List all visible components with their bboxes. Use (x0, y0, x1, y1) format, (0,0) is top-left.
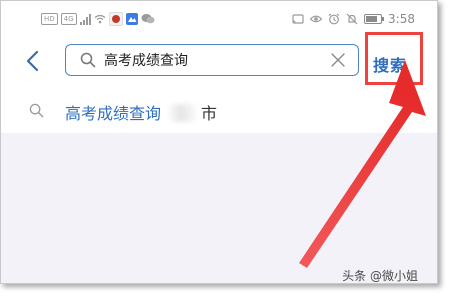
clear-icon[interactable] (330, 52, 346, 68)
status-bar: HD 4G 3:58 (1, 1, 437, 34)
status-left-group: HD 4G (41, 12, 155, 26)
app-notification-icon-2 (125, 13, 138, 25)
status-time: 3:58 (388, 12, 415, 26)
back-icon[interactable] (23, 49, 43, 73)
hd-badge: HD (41, 13, 58, 25)
eye-icon (310, 15, 323, 23)
search-input[interactable] (104, 49, 314, 71)
battery-icon (364, 14, 385, 24)
watermark: 头条 @微小姐 (342, 269, 418, 283)
redacted-blur (167, 104, 200, 122)
suggestion-suffix: 市 (201, 104, 218, 123)
suggestion-item[interactable]: 高考成绩查询 市 (1, 89, 437, 133)
signal-icon (79, 13, 91, 25)
network-badge: 4G (60, 13, 77, 25)
search-icon (80, 52, 96, 68)
search-box[interactable] (65, 44, 359, 76)
status-right-group: 3:58 (292, 11, 415, 27)
wifi-icon (94, 14, 105, 24)
phone-screen: HD 4G 3:58 高考成绩查询 搜索 高考成绩查询 市 (0, 0, 438, 284)
cast-icon (292, 14, 304, 24)
suggestion-highlight: 高考成绩查询 (65, 104, 162, 123)
mute-icon (346, 13, 358, 25)
suggestion-search-icon (29, 103, 44, 118)
annotation-highlight-box (365, 32, 423, 85)
app-notification-icon (108, 12, 123, 26)
chat-notification-icon (141, 14, 155, 24)
suggestion-text: 高考成绩查询 市 (65, 100, 217, 124)
alarm-icon (328, 13, 340, 25)
